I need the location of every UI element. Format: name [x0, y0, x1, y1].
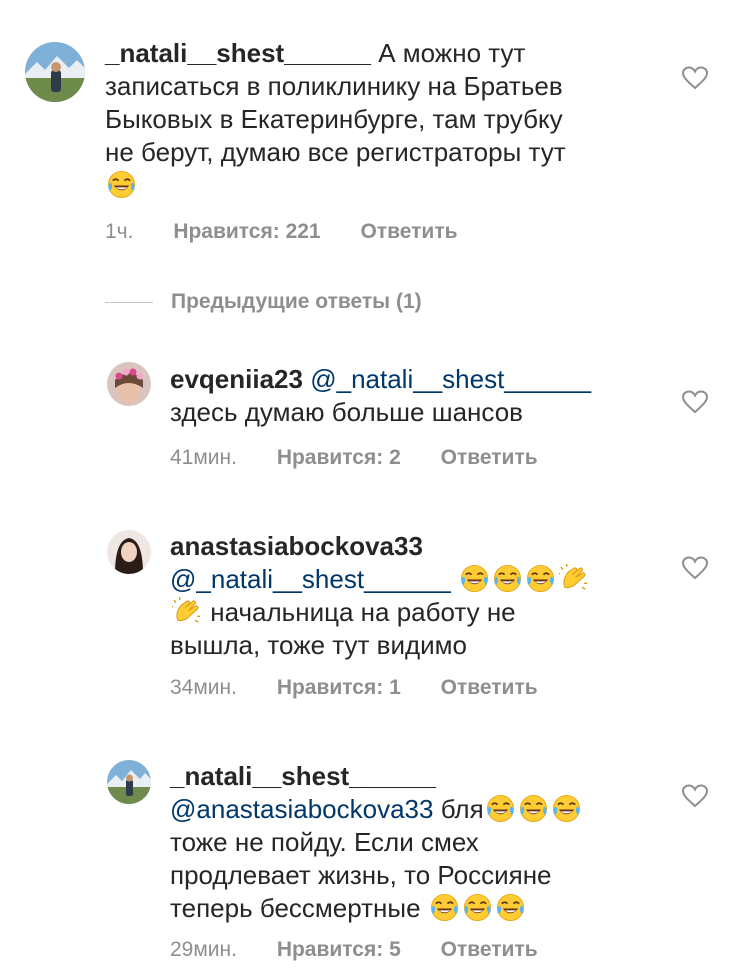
comment-time: 29мин. [170, 938, 237, 961]
comment-time: 41мин. [170, 446, 237, 469]
tears-of-joy-emoji-icon [526, 564, 555, 593]
tears-of-joy-emoji-icon [107, 170, 136, 199]
comment-meta: 34мин. Нравится: 1 Ответить [170, 676, 572, 700]
tears-of-joy-emoji-icon [493, 564, 522, 593]
mention-link[interactable]: @_natali__shest______ [170, 564, 451, 594]
comment-username[interactable]: anastasiabockova33 [170, 531, 423, 561]
mention-link[interactable]: @anastasiabockova33 [170, 794, 433, 824]
reply-button[interactable]: Ответить [360, 220, 457, 243]
avatar[interactable] [107, 362, 151, 406]
likes-count[interactable]: Нравится: 221 [173, 220, 320, 243]
mountain-landscape-avatar-icon [107, 760, 151, 804]
clapping-hands-emoji-icon [172, 597, 201, 626]
comment-text: начальница на работу не [210, 597, 516, 627]
likes-count[interactable]: Нравится: 1 [277, 676, 401, 699]
tears-of-joy-emoji-icon [486, 794, 515, 823]
comment-body: _natali__shest______ @anastasiabockova33… [170, 760, 660, 925]
comment-text: бля [440, 794, 484, 824]
comment-meta: 29мин. Нравится: 5 Ответить [170, 938, 572, 962]
reply-button[interactable]: Ответить [441, 676, 538, 699]
previous-replies-link[interactable]: Предыдущие ответы (1) [105, 290, 422, 314]
comment-text-line: Быковых в Екатеринбурге, там трубку [105, 104, 563, 134]
avatar[interactable] [107, 530, 151, 574]
comment-body: anastasiabockova33 @_natali__shest______… [170, 530, 660, 662]
tears-of-joy-emoji-icon [463, 893, 492, 922]
comment-body: evqeniia23 @_natali__shest______ здесь д… [170, 363, 660, 429]
likes-count[interactable]: Нравится: 2 [277, 446, 401, 469]
divider [105, 301, 153, 303]
comment-text: вышла, тоже тут видимо [170, 630, 467, 660]
heart-icon[interactable] [682, 784, 708, 808]
tears-of-joy-emoji-icon [496, 893, 525, 922]
woman-flower-crown-avatar-icon [107, 362, 151, 406]
comment-meta: 41мин. Нравится: 2 Ответить [170, 446, 572, 470]
avatar[interactable] [25, 42, 85, 102]
comment-time: 1ч. [105, 220, 134, 243]
previous-replies-label: Предыдущие ответы (1) [171, 290, 422, 313]
comment-text-line: не берут, думаю все регистраторы тут [105, 137, 566, 167]
tears-of-joy-emoji-icon [430, 893, 459, 922]
comment-text: здесь думаю больше шансов [170, 397, 523, 427]
comment-username[interactable]: _natali__shest______ [105, 38, 371, 68]
tears-of-joy-emoji-icon [519, 794, 548, 823]
heart-icon[interactable] [682, 66, 708, 90]
comment-text-line: А можно тут [378, 38, 526, 68]
likes-count[interactable]: Нравится: 5 [277, 938, 401, 961]
comment-body: _natali__shest______ А можно тут записат… [105, 37, 665, 202]
reply-button[interactable]: Ответить [441, 938, 538, 961]
comment-meta: 1ч. Нравится: 221 Ответить [105, 220, 492, 244]
comment-username[interactable]: _natali__shest______ [170, 761, 436, 791]
heart-icon[interactable] [682, 390, 708, 414]
avatar[interactable] [107, 760, 151, 804]
clapping-hands-emoji-icon [559, 564, 588, 593]
tears-of-joy-emoji-icon [552, 794, 581, 823]
comment-time: 34мин. [170, 676, 237, 699]
tears-of-joy-emoji-icon [460, 564, 489, 593]
heart-icon[interactable] [682, 556, 708, 580]
comment-text: теперь бессмертные [170, 893, 421, 923]
comment-username[interactable]: evqeniia23 [170, 364, 303, 394]
comment-text-line: записаться в поликлинику на Братьев [105, 71, 563, 101]
mention-link[interactable]: @_natali__shest______ [310, 364, 591, 394]
woman-dark-hair-avatar-icon [107, 530, 151, 574]
reply-button[interactable]: Ответить [441, 446, 538, 469]
comment-text: тоже не пойду. Если смех [170, 827, 479, 857]
comment-text: продлевает жизнь, то Россияне [170, 860, 552, 890]
mountain-landscape-avatar-icon [25, 42, 85, 102]
